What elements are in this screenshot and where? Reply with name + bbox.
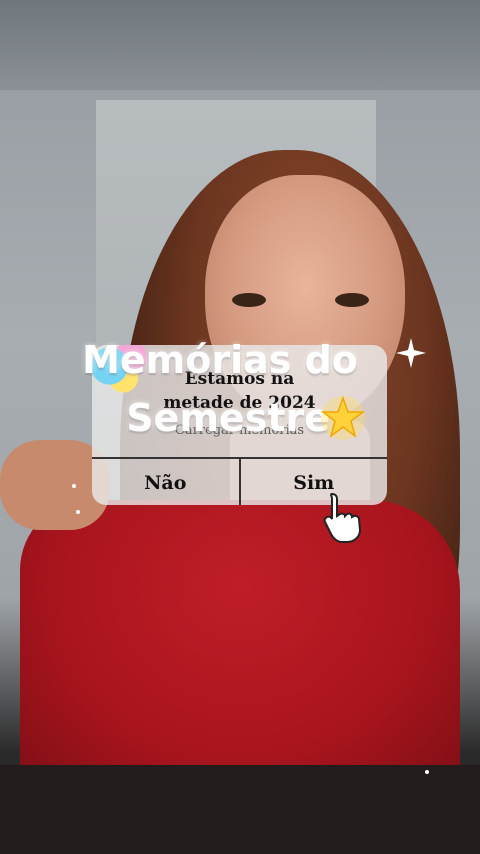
sparkle-icon (396, 338, 426, 368)
red-shirt (20, 500, 460, 790)
left-eye (232, 293, 266, 307)
sparkle-dot (76, 510, 80, 514)
no-button[interactable]: Não (92, 459, 241, 505)
sparkle-dot (72, 484, 76, 488)
bottom-shadow (0, 765, 480, 854)
wall-top (0, 0, 480, 90)
sparkle-dot (425, 770, 429, 774)
glowing-star-icon (320, 395, 366, 440)
overlay-title-line-1: Memórias do (82, 338, 358, 382)
right-eye (335, 293, 369, 307)
overlay-title-line-2: Semestre (126, 396, 330, 440)
pointing-hand-icon (323, 492, 362, 543)
